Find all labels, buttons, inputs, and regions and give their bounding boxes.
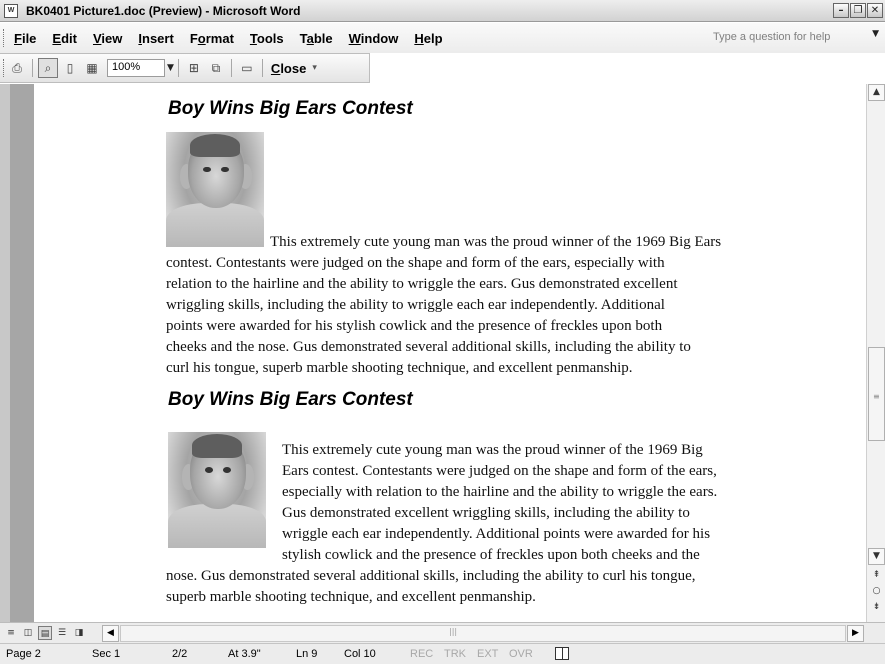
menu-file[interactable]: File bbox=[6, 31, 44, 46]
status-line: Ln 9 bbox=[296, 648, 318, 660]
view-ruler-icon[interactable]: ⊞ bbox=[184, 58, 204, 78]
paragraph-2-line: especially with relation to the hairline… bbox=[282, 484, 718, 500]
spelling-grammar-status-icon[interactable] bbox=[555, 647, 569, 660]
menu-window[interactable]: Window bbox=[341, 31, 407, 46]
previous-page-icon[interactable]: ⇞ bbox=[868, 570, 885, 585]
boy-photo-1[interactable] bbox=[166, 132, 264, 247]
zoom-select[interactable]: 100% bbox=[107, 59, 165, 77]
paragraph-1-line: contest. Contestants were judged on the … bbox=[166, 255, 665, 271]
menu-table[interactable]: Table bbox=[292, 31, 341, 46]
status-ext[interactable]: EXT bbox=[477, 648, 498, 660]
paragraph-2-line: nose. Gus demonstrated several additiona… bbox=[166, 568, 696, 584]
outline-view-icon[interactable]: ☰ bbox=[55, 626, 69, 640]
toolbar-options-icon[interactable]: ▾ bbox=[312, 63, 317, 73]
menu-insert[interactable]: Insert bbox=[130, 31, 181, 46]
print-preview-toolbar: ⎙ ⌕ ▯ ▦ 100% ▼ ⊞ ⧉ ▭ Close ▾ bbox=[0, 53, 370, 83]
toolbar-separator bbox=[230, 59, 232, 77]
article-heading-2: Boy Wins Big Ears Contest bbox=[168, 389, 413, 410]
vertical-scrollbar[interactable]: ▲ ≡ ▼ ⇞ ○ ⇟ bbox=[866, 84, 885, 622]
normal-view-icon[interactable]: ≡ bbox=[4, 626, 18, 640]
view-and-scroll-bar: ≡ ◫ ▤ ☰ ◨ ◀ ||| ▶ bbox=[0, 622, 885, 643]
document-area[interactable]: Boy Wins Big Ears Contest This extremely… bbox=[0, 84, 866, 622]
reading-layout-view-icon[interactable]: ◨ bbox=[72, 626, 86, 640]
multiple-pages-icon[interactable]: ▦ bbox=[82, 58, 102, 78]
paragraph-1-line: points were awarded for his stylish cowl… bbox=[166, 318, 663, 334]
print-layout-view-icon[interactable]: ▤ bbox=[38, 626, 52, 640]
scroll-grip-icon: ≡ bbox=[873, 392, 880, 401]
ask-dropdown-arrow-icon[interactable]: ▼ bbox=[872, 29, 879, 39]
menu-view[interactable]: View bbox=[85, 31, 130, 46]
menu-edit[interactable]: Edit bbox=[44, 31, 85, 46]
paragraph-2-line: wriggle each ear independently. Addition… bbox=[282, 526, 711, 542]
status-section: Sec 1 bbox=[92, 648, 121, 660]
web-layout-view-icon[interactable]: ◫ bbox=[21, 626, 35, 640]
paragraph-2-line: stylish cowlick and the presence of frec… bbox=[282, 547, 700, 563]
toolbar-separator bbox=[177, 59, 179, 77]
toolbar-grip-handle[interactable] bbox=[3, 59, 6, 77]
paragraph-2-line: Gus demonstrated excellent wriggling ski… bbox=[282, 505, 690, 521]
paragraph-1-line: cheeks and the nose. Gus demonstrated se… bbox=[166, 339, 691, 355]
magnifier-icon[interactable]: ⌕ bbox=[38, 58, 58, 78]
menu-format[interactable]: Format bbox=[182, 31, 242, 46]
vertical-scroll-thumb[interactable]: ≡ bbox=[868, 347, 885, 441]
full-screen-icon[interactable]: ▭ bbox=[237, 58, 257, 78]
paragraph-1-line: This extremely cute young man was the pr… bbox=[270, 234, 722, 250]
menu-tools[interactable]: Tools bbox=[242, 31, 292, 46]
status-page: Page 2 bbox=[6, 648, 41, 660]
status-at: At 3.9" bbox=[228, 648, 261, 660]
toolbar-separator bbox=[261, 59, 263, 77]
word-app-icon[interactable]: W bbox=[4, 3, 18, 18]
print-icon[interactable]: ⎙ bbox=[7, 58, 27, 78]
menu-help[interactable]: Help bbox=[406, 31, 450, 46]
title-bar: W BK0401 Picture1.doc (Preview) - Micros… bbox=[0, 0, 885, 22]
left-margin-bar bbox=[0, 84, 10, 622]
zoom-dropdown-icon[interactable]: ▼ bbox=[167, 63, 174, 73]
status-rec[interactable]: REC bbox=[410, 648, 433, 660]
horizontal-scroll-grip-icon: ||| bbox=[449, 627, 458, 636]
ask-question-input[interactable]: Type a question for help bbox=[709, 29, 857, 46]
paragraph-2-line: superb marble shooting technique, and ex… bbox=[166, 589, 536, 605]
status-bar: Page 2 Sec 1 2/2 At 3.9" Ln 9 Col 10 REC… bbox=[0, 643, 885, 664]
restore-icon[interactable]: ❐ bbox=[850, 3, 866, 18]
toolbar-separator bbox=[32, 59, 33, 77]
paragraph-2-line: Ears contest. Contestants were judged on… bbox=[282, 463, 717, 479]
menu-bar: File Edit View Insert Format Tools Table… bbox=[0, 23, 885, 53]
one-page-icon[interactable]: ▯ bbox=[60, 58, 80, 78]
minimize-icon[interactable]: – bbox=[833, 3, 849, 18]
paragraph-2-line: This extremely cute young man was the pr… bbox=[282, 442, 703, 458]
paragraph-1-line: curl his tongue, superb marble shooting … bbox=[166, 360, 633, 376]
status-trk[interactable]: TRK bbox=[444, 648, 466, 660]
window-title: BK0401 Picture1.doc (Preview) - Microsof… bbox=[26, 3, 301, 18]
scroll-right-icon[interactable]: ▶ bbox=[847, 625, 864, 642]
scroll-up-icon[interactable]: ▲ bbox=[868, 84, 885, 101]
article-heading-1: Boy Wins Big Ears Contest bbox=[168, 98, 413, 119]
status-column: Col 10 bbox=[344, 648, 376, 660]
page-margin-strip bbox=[10, 84, 34, 622]
paragraph-1-line: relation to the hairline and the ability… bbox=[166, 276, 678, 292]
scroll-down-icon[interactable]: ▼ bbox=[868, 548, 885, 565]
shrink-to-fit-icon[interactable]: ⧉ bbox=[206, 58, 226, 78]
scroll-left-icon[interactable]: ◀ bbox=[102, 625, 119, 642]
close-icon[interactable]: ✕ bbox=[867, 3, 883, 18]
close-preview-button[interactable]: Close bbox=[267, 61, 310, 76]
status-ovr[interactable]: OVR bbox=[509, 648, 533, 660]
window-controls: – ❐ ✕ bbox=[833, 3, 883, 18]
paragraph-1-line: wriggling skills, including the ability … bbox=[166, 297, 665, 313]
status-page-count: 2/2 bbox=[172, 648, 188, 660]
select-browse-object-icon[interactable]: ○ bbox=[868, 586, 885, 601]
next-page-icon[interactable]: ⇟ bbox=[868, 602, 885, 617]
boy-photo-2[interactable] bbox=[168, 432, 266, 548]
horizontal-scrollbar[interactable]: ||| bbox=[120, 625, 846, 642]
